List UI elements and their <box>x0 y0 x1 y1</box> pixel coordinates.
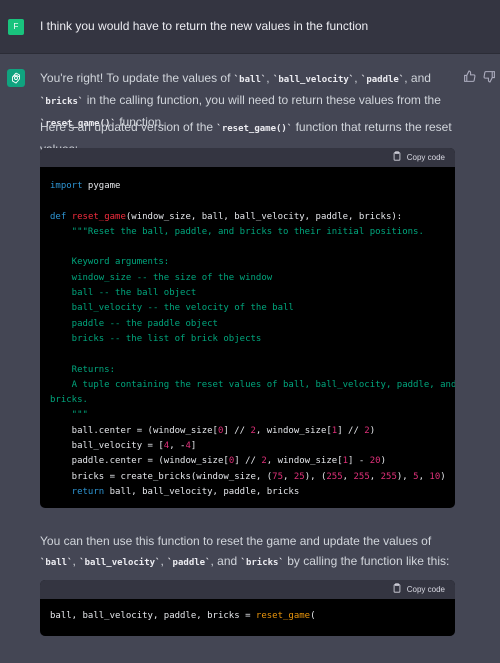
code-text: , <box>418 471 430 482</box>
code-text: paddle.center = (window_size[ <box>50 456 229 467</box>
code-docstring: bricks -- the list of brick objects <box>50 333 262 344</box>
code-block-reset-game: Copy code import pygame def reset_game(w… <box>40 148 455 508</box>
code-docstring: bricks. <box>50 395 88 406</box>
code-text: ] // <box>223 425 251 436</box>
inline-code: `bricks` <box>40 97 84 107</box>
code-text: , window_size[ <box>266 456 343 467</box>
code-text: (window_size, ball, ball_velocity, paddl… <box>125 211 403 222</box>
code-text: ] // <box>234 456 262 467</box>
code-text: ] <box>190 441 197 452</box>
user-message-text: I think you would have to return the new… <box>40 19 369 33</box>
copy-code-button[interactable]: Copy code <box>392 151 445 163</box>
copy-code-label: Copy code <box>406 584 445 594</box>
copy-code-button[interactable]: Copy code <box>392 583 445 595</box>
text: , and <box>210 554 241 568</box>
copy-code-label: Copy code <box>406 152 445 162</box>
inline-code: `ball_velocity` <box>272 75 355 85</box>
code-text: ] - <box>348 456 370 467</box>
text: You're right! To update the values of <box>40 71 234 85</box>
clipboard-icon <box>392 583 402 595</box>
inline-code: `paddle` <box>167 558 211 568</box>
code-function-name: reset_game <box>255 611 311 621</box>
code-text: ), ( <box>304 471 327 482</box>
assistant-paragraph-3: You can then use this function to reset … <box>40 531 455 573</box>
code-number: 255 <box>353 471 370 482</box>
code-text: pygame <box>82 181 121 191</box>
code-keyword: return <box>50 486 105 497</box>
code-text: , <box>283 471 294 482</box>
inline-code: `paddle` <box>360 75 405 85</box>
code-text: ball.center = (window_size[ <box>50 425 218 436</box>
code-number: 255 <box>326 471 343 482</box>
code-text: , <box>342 471 354 482</box>
inline-code: `bricks` <box>240 558 284 568</box>
code-text: ball, ball_velocity, paddle, bricks <box>104 486 300 497</box>
thumbs-up-icon[interactable] <box>463 70 476 83</box>
code-keyword: import <box>50 181 83 191</box>
code-text: ) <box>369 425 376 436</box>
feedback-buttons <box>463 70 496 83</box>
code-number: 25 <box>293 471 305 482</box>
text: Here's an updated version of the <box>40 120 217 134</box>
code-text: ) <box>380 456 386 467</box>
code-text: , window_size[ <box>255 425 332 436</box>
code-docstring: window_size -- the size of the window <box>50 272 273 283</box>
code-docstring: ball -- the ball object <box>50 288 197 299</box>
code-docstring: ball_velocity -- the velocity of the bal… <box>50 303 294 314</box>
code-text: , - <box>169 441 186 452</box>
user-message-row: F I think you would have to return the n… <box>0 0 500 54</box>
inline-code: `reset_game()` <box>216 124 293 134</box>
code-block-header: Copy code <box>40 580 455 599</box>
code-text: ( <box>310 611 316 621</box>
code-block-usage: Copy code ball, ball_velocity, paddle, b… <box>40 580 455 636</box>
code-text: ) <box>440 471 446 482</box>
code-number: 20 <box>369 456 381 467</box>
thumbs-down-icon[interactable] <box>483 70 496 83</box>
code-block-header: Copy code <box>40 148 455 167</box>
code-text: ball_velocity = [ <box>50 441 164 452</box>
chatgpt-logo-icon <box>7 69 25 87</box>
code-keyword: def <box>50 211 67 222</box>
user-avatar: F <box>8 19 24 35</box>
text: , <box>266 71 273 85</box>
text: by calling the function like this: <box>283 554 450 568</box>
code-number: 255 <box>380 471 397 482</box>
code-number: 10 <box>429 471 441 482</box>
code-text: , <box>369 471 381 482</box>
text: , and <box>404 71 431 85</box>
text: in the calling function, you will need t… <box>83 93 441 107</box>
inline-code: `ball_velocity` <box>79 558 161 568</box>
clipboard-icon <box>392 151 402 163</box>
code-text: ), <box>396 471 414 482</box>
code-docstring: """Reset the ball, paddle, and bricks to… <box>50 226 424 237</box>
inline-code: `ball` <box>233 75 267 85</box>
code-content: ball, ball_velocity, paddle, bricks = re… <box>40 599 455 636</box>
text: You can then use this function to reset … <box>40 534 432 548</box>
code-docstring: A tuple containing the reset values of b… <box>50 379 455 390</box>
code-content: import pygame def reset_game(window_size… <box>40 167 455 508</box>
code-docstring: Returns: <box>50 364 116 375</box>
code-function-name: reset_game <box>71 211 126 222</box>
text: , <box>354 71 361 85</box>
code-docstring: paddle -- the paddle object <box>50 318 218 329</box>
code-text: ball, ball_velocity, paddle, bricks = <box>50 611 256 621</box>
code-text: ] // <box>337 425 365 436</box>
code-number: 75 <box>272 471 284 482</box>
code-docstring: """ <box>50 410 88 421</box>
code-text: bricks = create_bricks(window_size, ( <box>50 471 273 482</box>
code-docstring: Keyword arguments: <box>50 257 170 268</box>
inline-code: `ball` <box>40 558 73 568</box>
